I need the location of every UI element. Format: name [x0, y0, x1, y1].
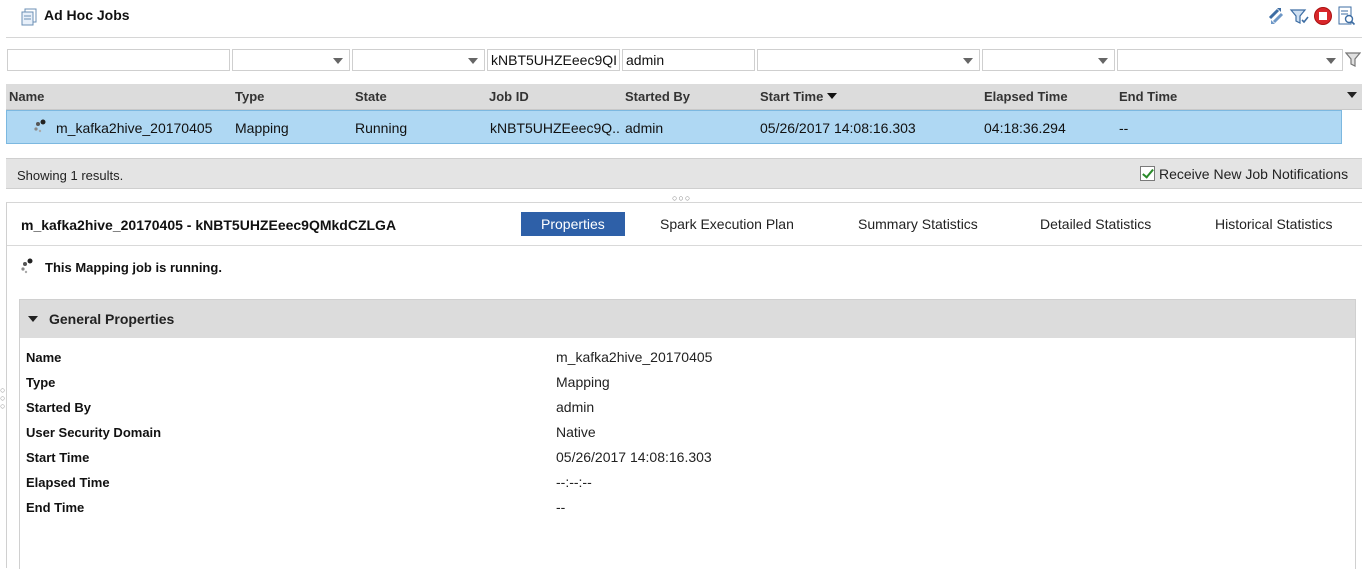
tab-spark-execution-plan[interactable]: Spark Execution Plan — [660, 212, 794, 236]
cell-started-by: admin — [625, 120, 664, 136]
property-value-type: Mapping — [556, 374, 610, 390]
ad-hoc-jobs-icon — [20, 8, 38, 29]
results-count: Showing 1 results. — [17, 168, 124, 183]
cell-type: Mapping — [235, 120, 289, 136]
column-header-job-id[interactable]: Job ID — [489, 89, 529, 104]
chevron-down-icon — [333, 58, 343, 64]
tab-divider — [7, 245, 1362, 246]
table-row[interactable]: m_kafka2hive_20170405 Mapping Running kN… — [6, 110, 1342, 144]
start-time-filter-select[interactable] — [757, 49, 980, 71]
top-header: Ad Hoc Jobs — [6, 0, 1362, 38]
side-splitter-handle[interactable]: ○ ○ ○ — [0, 386, 5, 411]
tab-detailed-statistics[interactable]: Detailed Statistics — [1040, 212, 1151, 236]
column-header-state[interactable]: State — [355, 89, 387, 104]
section-title: General Properties — [49, 311, 175, 327]
property-value-security-domain: Native — [556, 424, 596, 440]
filter-row: kNBT5UHZEeec9QI admin — [6, 47, 1362, 73]
elapsed-time-filter-select[interactable] — [982, 49, 1115, 71]
property-value-start-time: 05/26/2017 14:08:16.303 — [556, 449, 712, 465]
job-status-message: This Mapping job is running. — [45, 260, 222, 275]
running-status-icon — [33, 119, 47, 136]
column-header-start-time: Start Time — [760, 89, 824, 104]
name-filter-input[interactable] — [7, 49, 230, 71]
column-header-type[interactable]: Type — [235, 89, 264, 104]
property-label-name: Name — [26, 350, 62, 365]
column-header-start-time-wrap[interactable]: Start Time — [760, 89, 838, 104]
page-title: Ad Hoc Jobs — [44, 7, 130, 23]
cell-start-time: 05/26/2017 14:08:16.303 — [760, 120, 916, 136]
tab-summary-statistics[interactable]: Summary Statistics — [858, 212, 978, 236]
filter-icon[interactable] — [1289, 6, 1309, 26]
state-filter-select[interactable] — [352, 49, 485, 71]
cell-state: Running — [355, 120, 408, 136]
tab-historical-statistics[interactable]: Historical Statistics — [1215, 212, 1332, 236]
type-filter-select[interactable] — [232, 49, 350, 71]
chevron-down-icon — [1326, 58, 1336, 64]
collapse-triangle-icon[interactable] — [28, 316, 38, 322]
running-status-icon — [20, 258, 34, 277]
property-value-name: m_kafka2hive_20170405 — [556, 349, 713, 365]
property-label-elapsed-time: Elapsed Time — [26, 475, 110, 490]
detail-title: m_kafka2hive_20170405 - kNBT5UHZEeec9QMk… — [21, 217, 397, 233]
chevron-down-icon — [1098, 58, 1108, 64]
general-properties-header[interactable]: General Properties — [20, 300, 1355, 338]
refresh-icon[interactable] — [1266, 6, 1286, 26]
job-id-filter-input[interactable]: kNBT5UHZEeec9QI — [487, 49, 620, 71]
property-value-started-by: admin — [556, 399, 595, 415]
job-detail-panel: m_kafka2hive_20170405 - kNBT5UHZEeec9QMk… — [6, 202, 1362, 569]
notifications-label[interactable]: Receive New Job Notifications — [1159, 166, 1348, 182]
cell-job-id: kNBT5UHZEeec9Q.. — [490, 120, 620, 136]
view-logs-icon[interactable] — [1336, 6, 1356, 26]
property-value-end-time: -- — [556, 499, 566, 515]
property-label-type: Type — [26, 375, 56, 390]
column-header-end-time[interactable]: End Time — [1119, 89, 1177, 104]
stop-icon[interactable] — [1313, 6, 1333, 26]
cell-elapsed-time: 04:18:36.294 — [984, 120, 1066, 136]
property-label-end-time: End Time — [26, 500, 85, 515]
end-time-filter-select[interactable] — [1117, 49, 1343, 71]
chevron-down-icon — [963, 58, 973, 64]
clear-filter-icon[interactable] — [1344, 51, 1362, 72]
property-value-elapsed-time: --:--:-- — [556, 474, 592, 490]
notifications-checkbox[interactable] — [1140, 166, 1155, 181]
column-header-name[interactable]: Name — [9, 89, 44, 104]
property-label-start-time: Start Time — [26, 450, 90, 465]
column-menu-icon[interactable] — [1347, 92, 1357, 98]
results-footer: Showing 1 results. Receive New Job Notif… — [6, 158, 1362, 189]
tab-properties[interactable]: Properties — [521, 212, 625, 236]
general-properties-section: General Properties Name m_kafka2hive_201… — [19, 299, 1356, 569]
chevron-down-icon — [468, 58, 478, 64]
column-header-started-by[interactable]: Started By — [625, 89, 690, 104]
column-header-elapsed-time[interactable]: Elapsed Time — [984, 89, 1068, 104]
sort-descending-icon — [827, 93, 838, 99]
cell-end-time: -- — [1119, 120, 1129, 136]
property-label-started-by: Started By — [26, 400, 92, 415]
table-header: Name Type State Job ID Started By Start … — [6, 84, 1362, 110]
cell-name: m_kafka2hive_20170405 — [56, 120, 213, 136]
property-label-security-domain: User Security Domain — [26, 425, 162, 440]
started-by-filter-input[interactable]: admin — [622, 49, 755, 71]
